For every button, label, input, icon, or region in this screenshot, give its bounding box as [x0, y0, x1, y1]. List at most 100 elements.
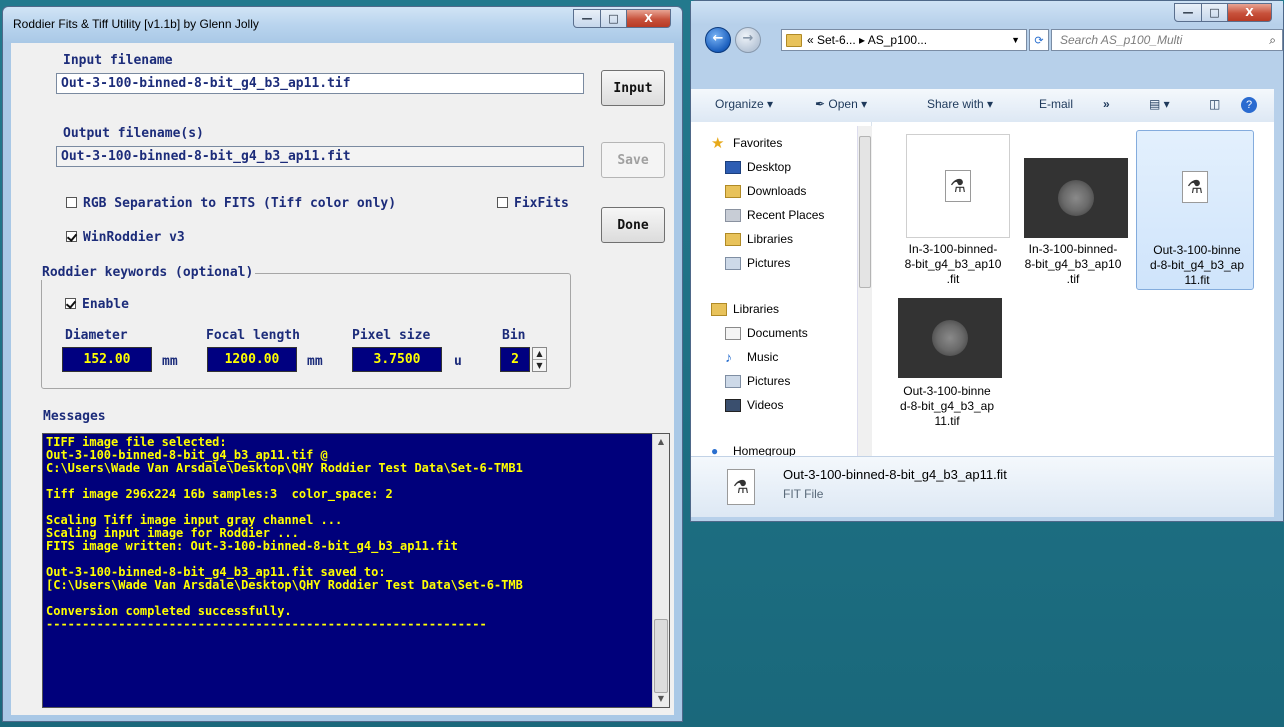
winroddier-checkbox[interactable]: WinRoddier v3 — [66, 230, 185, 245]
organize-button[interactable]: Organize ▾ — [715, 97, 773, 111]
explorer-address-row: ← → « Set-6... ▸ AS_p100... ▼ ⟳ Search A… — [699, 25, 1283, 55]
file-item[interactable]: In-3-100-binned- 8-bit_g4_b3_ap10 .tif — [1012, 130, 1130, 290]
message-line: Tiff image 296x224 16b samples:3 color_s… — [46, 487, 393, 501]
bin-field[interactable]: 2 — [500, 347, 530, 372]
enable-checkbox[interactable]: Enable — [65, 297, 129, 312]
nav-scrollbar[interactable] — [857, 126, 872, 456]
close-button[interactable]: X — [627, 9, 671, 28]
help-icon[interactable]: ? — [1241, 97, 1257, 113]
pixel-size-field[interactable]: 3.7500 — [352, 347, 442, 372]
minimize-button[interactable]: — — [573, 9, 601, 28]
bin-label: Bin — [502, 328, 526, 343]
roddier-keywords-group-label: Roddier keywords (optional) — [40, 265, 256, 280]
file-item[interactable]: Out-3-100-binne d-8-bit_g4_b3_ap 11.tif — [886, 272, 1004, 432]
nav-videos-label: Videos — [747, 398, 784, 412]
search-icon[interactable]: ⌕ — [1269, 33, 1276, 48]
open-program-icon: ✒ — [815, 97, 829, 111]
explorer-titlebar[interactable]: — □ X — [691, 1, 1283, 25]
maximize-button[interactable]: □ — [601, 9, 627, 28]
file-item[interactable]: ⚗ In-3-100-binned- 8-bit_g4_b3_ap10 .fit — [892, 130, 1010, 290]
nav-recent-places[interactable]: Recent Places — [725, 208, 824, 222]
roddier-client-area: Input filename Out-3-100-binned-8-bit_g4… — [11, 43, 674, 715]
nav-scroll-thumb[interactable] — [859, 136, 871, 288]
back-button[interactable]: ← — [705, 27, 731, 53]
search-input[interactable]: Search AS_p100_Multi ⌕ — [1051, 29, 1283, 51]
file-name: Out-3-100-binne d-8-bit_g4_b3_ap 11.fit — [1149, 243, 1245, 287]
nav-pictures-label: Pictures — [747, 374, 791, 388]
nav-pictures-fav[interactable]: Pictures — [725, 256, 790, 270]
desktop-icon — [725, 160, 741, 174]
nav-libraries-fav[interactable]: Libraries — [725, 232, 793, 246]
details-pane: ⚗ Out-3-100-binned-8-bit_g4_b3_ap11.fit … — [691, 456, 1274, 517]
chevron-down-icon[interactable]: ▼ — [1011, 35, 1020, 45]
nav-pictures[interactable]: Pictures — [725, 374, 790, 388]
fit-file-icon: ⚗ — [945, 170, 971, 202]
messages-text: TIFF image file selected: Out-3-100-binne… — [46, 436, 653, 707]
nav-music-label: Music — [747, 350, 779, 364]
refresh-button[interactable]: ⟳ — [1029, 29, 1049, 51]
explorer-close-button[interactable]: X — [1228, 3, 1272, 22]
scroll-up-icon[interactable]: ▲ — [653, 434, 669, 450]
fixfits-checkbox[interactable]: FixFits — [497, 196, 569, 211]
spinner-down-icon[interactable]: ▼ — [533, 360, 546, 371]
open-button[interactable]: ✒ Open ▾ — [815, 97, 867, 111]
file-item-selected[interactable]: ⚗ Out-3-100-binne d-8-bit_g4_b3_ap 11.fit — [1136, 130, 1254, 290]
diameter-field[interactable]: 152.00 — [62, 347, 152, 372]
diameter-label: Diameter — [65, 328, 128, 343]
winroddier-label: WinRoddier v3 — [83, 230, 185, 245]
file-name: In-3-100-binned- 8-bit_g4_b3_ap10 .tif — [1024, 242, 1122, 286]
email-button[interactable]: E-mail — [1039, 97, 1073, 111]
bin-spinner[interactable]: ▲ ▼ — [532, 347, 547, 372]
details-file-type: FIT File — [783, 487, 824, 501]
more-button[interactable]: » — [1103, 97, 1110, 111]
scroll-thumb[interactable] — [654, 619, 668, 693]
diameter-unit: mm — [162, 354, 178, 369]
input-filename-field[interactable]: Out-3-100-binned-8-bit_g4_b3_ap11.tif — [56, 73, 584, 94]
rgb-separation-checkbox[interactable]: RGB Separation to FITS (Tiff color only) — [66, 196, 396, 211]
star-icon: ★ — [711, 134, 725, 152]
save-button[interactable]: Save — [601, 142, 665, 178]
image-thumbnail — [898, 298, 1002, 378]
input-button[interactable]: Input — [601, 70, 665, 106]
nav-videos[interactable]: Videos — [725, 398, 783, 412]
file-thumbnail: ⚗ — [906, 134, 1010, 238]
roddier-caption-buttons: — □ X — [573, 9, 671, 29]
winroddier-check-icon — [66, 231, 77, 242]
output-filename-label: Output filename(s) — [63, 126, 204, 141]
forward-button[interactable]: → — [735, 27, 761, 53]
roddier-titlebar[interactable]: Roddier Fits & Tiff Utility [v1.1b] by G… — [3, 7, 682, 43]
preview-pane-icon[interactable]: ◫ — [1209, 97, 1220, 111]
nav-pictures-fav-label: Pictures — [747, 256, 791, 270]
library-icon — [711, 302, 727, 316]
explorer-minimize-button[interactable]: — — [1174, 3, 1202, 22]
nav-documents[interactable]: Documents — [725, 326, 808, 340]
nav-music[interactable]: ♪ Music — [725, 350, 779, 365]
breadcrumb[interactable]: « Set-6... ▸ AS_p100... — [807, 33, 927, 47]
explorer-content: ★ Favorites Desktop Downloads Recent Plac… — [691, 122, 1274, 458]
nav-libraries[interactable]: Libraries — [711, 302, 779, 316]
search-placeholder: Search AS_p100_Multi — [1060, 33, 1183, 47]
nav-downloads[interactable]: Downloads — [725, 184, 806, 198]
messages-scrollbar[interactable]: ▲ ▼ — [652, 434, 669, 707]
messages-label: Messages — [43, 409, 106, 424]
details-file-name: Out-3-100-binned-8-bit_g4_b3_ap11.fit — [783, 467, 1007, 482]
spinner-up-icon[interactable]: ▲ — [533, 348, 546, 360]
star-disk-image — [932, 320, 968, 356]
output-filename-field[interactable]: Out-3-100-binned-8-bit_g4_b3_ap11.fit — [56, 146, 584, 167]
done-button[interactable]: Done — [601, 207, 665, 243]
scroll-down-icon[interactable]: ▼ — [653, 691, 669, 707]
address-bar[interactable]: « Set-6... ▸ AS_p100... ▼ — [781, 29, 1027, 51]
nav-favorites[interactable]: ★ Favorites — [711, 134, 783, 152]
explorer-maximize-button[interactable]: □ — [1202, 3, 1228, 22]
explorer-caption-buttons: — □ X — [1174, 3, 1272, 23]
messages-console[interactable]: TIFF image file selected: Out-3-100-binne… — [42, 433, 670, 708]
share-with-button[interactable]: Share with ▾ — [927, 97, 993, 111]
folder-icon — [786, 33, 802, 47]
nav-desktop[interactable]: Desktop — [725, 160, 791, 174]
views-icon[interactable]: ▤ ▾ — [1149, 97, 1170, 111]
nav-favorites-label: Favorites — [733, 136, 783, 150]
focal-length-field[interactable]: 1200.00 — [207, 347, 297, 372]
fixfits-label: FixFits — [514, 196, 569, 211]
input-filename-label: Input filename — [63, 53, 173, 68]
recent-places-icon — [725, 208, 741, 222]
